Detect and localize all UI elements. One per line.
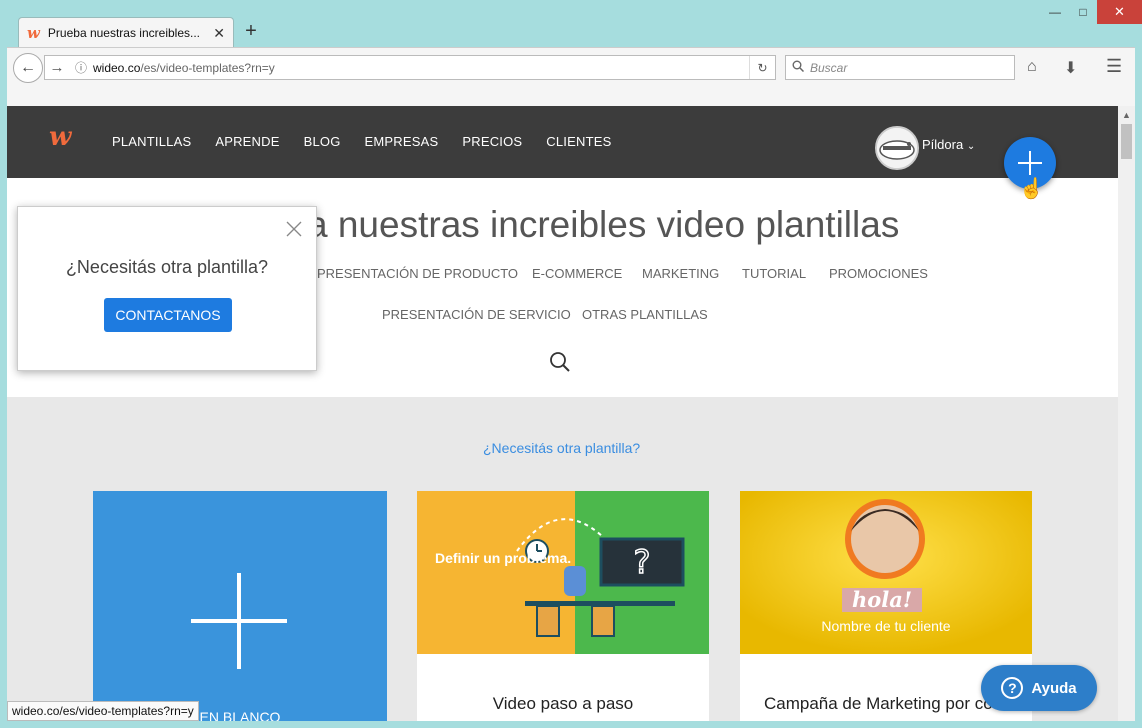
reload-icon[interactable]: ↻ — [749, 56, 775, 79]
wideo-logo[interactable]: w — [49, 122, 71, 152]
nav-empresas[interactable]: EMPRESAS — [365, 134, 439, 149]
category-tutorial[interactable]: TUTORIAL — [742, 266, 806, 281]
help-button[interactable]: ? Ayuda — [981, 665, 1097, 711]
art-client: Nombre de tu cliente — [821, 618, 950, 634]
nav-aprende[interactable]: APRENDE — [215, 134, 279, 149]
menu-icon[interactable]: ☰ — [1106, 56, 1122, 77]
main-nav: PLANTILLAS APRENDE BLOG EMPRESAS PRECIOS… — [112, 134, 611, 149]
page-title: a nuestras increibles video plantillas — [307, 204, 900, 245]
contact-button[interactable]: CONTACTANOS — [104, 298, 232, 332]
chevron-down-icon: ⌄ — [966, 141, 976, 152]
back-icon[interactable]: ← — [13, 53, 43, 83]
scroll-thumb[interactable] — [1121, 124, 1132, 159]
forward-icon[interactable]: → — [45, 59, 69, 76]
url-bar[interactable]: → ⓘ wideo.co/es/video-templates?rn=y ↻ — [44, 55, 776, 80]
category-marketing[interactable]: MARKETING — [642, 266, 719, 281]
template-card-video-paso-a-paso[interactable]: ? Definir un problema. Video paso a paso — [417, 491, 709, 721]
template-thumbnail: hola! Nombre de tu cliente — [740, 491, 1032, 654]
nav-plantillas[interactable]: PLANTILLAS — [112, 134, 191, 149]
tab-title: Prueba nuestras increibles... — [47, 26, 201, 40]
avatar[interactable] — [875, 126, 919, 170]
search-input[interactable]: Buscar — [785, 55, 1015, 80]
user-menu[interactable]: Píldora ⌄ — [922, 137, 975, 152]
tab-close-icon[interactable]: ✕ — [213, 25, 225, 42]
need-template-popup: ¿Necesitás otra plantilla? CONTACTANOS — [17, 206, 317, 371]
nav-precios[interactable]: PRECIOS — [462, 134, 522, 149]
template-search-icon[interactable] — [549, 351, 571, 378]
site-header: w PLANTILLAS APRENDE BLOG EMPRESAS PRECI… — [7, 106, 1118, 189]
web-page: w PLANTILLAS APRENDE BLOG EMPRESAS PRECI… — [7, 106, 1118, 721]
search-placeholder: Buscar — [810, 60, 848, 75]
info-icon[interactable]: ⓘ — [69, 59, 93, 76]
category-presentacion-producto[interactable]: PRESENTACIÓN DE PRODUCTO — [317, 266, 518, 281]
card-caption: Video paso a paso — [492, 694, 634, 713]
page-scrollbar[interactable]: ▲ — [1118, 106, 1135, 721]
art-hola: hola! — [852, 587, 912, 612]
close-icon[interactable] — [286, 221, 302, 242]
plus-icon — [1018, 151, 1042, 175]
minimize-icon[interactable]: — — [1041, 0, 1069, 24]
category-otras-plantillas[interactable]: OTRAS PLANTILLAS — [582, 307, 708, 322]
hand-cursor-icon: ☝ — [1019, 178, 1044, 200]
close-window-icon[interactable]: ✕ — [1097, 0, 1142, 24]
browser-tab[interactable]: w Prueba nuestras increibles... ✕ — [18, 17, 234, 48]
status-bar: wideo.co/es/video-templates?rn=y — [7, 701, 199, 721]
scroll-up-icon[interactable]: ▲ — [1118, 106, 1135, 123]
svg-text:?: ? — [634, 543, 651, 581]
download-icon[interactable]: ⬇ — [1064, 58, 1077, 78]
need-template-link[interactable]: ¿Necesitás otra plantilla? — [483, 440, 640, 456]
new-tab-icon[interactable]: + — [240, 20, 262, 42]
maximize-icon[interactable]: □ — [1069, 0, 1097, 24]
template-card-blank[interactable]: EN BLANCO — [93, 491, 387, 721]
nav-clientes[interactable]: CLIENTES — [546, 134, 611, 149]
question-icon: ? — [1001, 677, 1024, 699]
nav-blog[interactable]: BLOG — [304, 134, 341, 149]
category-ecommerce[interactable]: E-COMMERCE — [532, 266, 622, 281]
category-presentacion-servicio[interactable]: PRESENTACIÓN DE SERVICIO — [382, 307, 571, 322]
plus-icon — [191, 573, 287, 669]
home-icon[interactable]: ⌂ — [1027, 58, 1037, 76]
window-controls: — □ ✕ — [1041, 0, 1142, 26]
category-promociones[interactable]: PROMOCIONES — [829, 266, 928, 281]
help-label: Ayuda — [1031, 679, 1077, 697]
browser-toolbar: ← → ⓘ wideo.co/es/video-templates?rn=y ↻… — [7, 47, 1135, 106]
template-thumbnail: ? Definir un problema. — [417, 491, 709, 654]
url-text[interactable]: wideo.co/es/video-templates?rn=y — [93, 61, 749, 75]
search-icon — [792, 60, 805, 75]
wideo-favicon-icon: w — [27, 24, 40, 42]
popup-question: ¿Necesitás otra plantilla? — [65, 257, 269, 277]
art-text: Definir un problema. — [435, 550, 571, 566]
